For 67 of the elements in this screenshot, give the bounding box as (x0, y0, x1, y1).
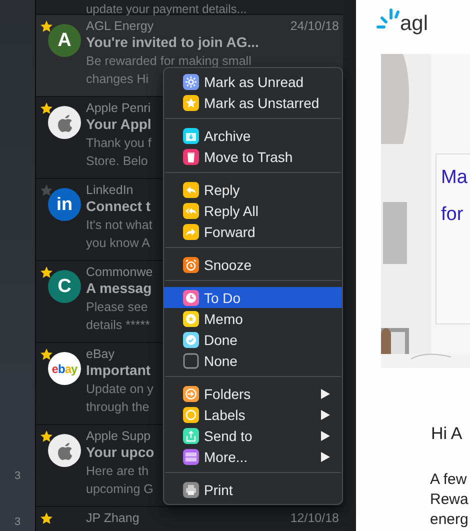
message-preview: upcoming G (86, 482, 154, 497)
menu-item[interactable]: Print (164, 479, 342, 500)
menu-item[interactable]: Send to (164, 425, 342, 446)
brand-logo-text: agl (400, 12, 428, 36)
menu-item[interactable]: Done (164, 329, 342, 350)
body-text: A few (430, 470, 468, 490)
menu-item[interactable]: Archive (164, 125, 342, 146)
menu-item[interactable]: Folders (164, 383, 342, 404)
letter-avatar: A (48, 24, 81, 57)
message-date: 24/10/18 (290, 18, 339, 34)
sender-name: eBay (86, 346, 114, 362)
message-preview: you know A (86, 236, 150, 251)
star-icon[interactable] (40, 348, 53, 361)
apple-avatar (48, 434, 81, 467)
message-preview: details ***** (86, 318, 150, 333)
message-preview: update your payment details... (86, 2, 247, 16)
message-preview: Thank you f (86, 136, 152, 151)
headline-text: for (441, 203, 464, 227)
sender-name: Commonwe (86, 264, 153, 280)
apple-avatar (48, 106, 81, 139)
message-subject: Your upco (86, 444, 154, 461)
greeting-text: Hi A (431, 424, 462, 443)
message-subject: Connect t (86, 198, 151, 215)
sender-name: LinkedIn (86, 182, 134, 198)
star-icon[interactable] (40, 102, 53, 115)
star-icon[interactable] (40, 512, 53, 525)
menu-item[interactable]: Reply All (164, 200, 342, 221)
message-preview: Here are th (86, 464, 149, 479)
unread-count: 3 (14, 469, 21, 483)
message-preview: Update on y (86, 382, 154, 397)
menu-item[interactable]: Mark as Unread (164, 71, 342, 92)
star-icon[interactable] (40, 430, 53, 443)
star-icon[interactable] (40, 266, 53, 279)
menu-item[interactable]: Reply (164, 179, 342, 200)
menu-item[interactable]: Labels (164, 404, 342, 425)
star-icon[interactable] (40, 20, 53, 33)
menu-item[interactable]: Forward (164, 221, 342, 242)
message-subject: Important (86, 362, 151, 379)
message-preview: Be rewarded for making small (86, 54, 252, 69)
message-subject: You're invited to join AG... (86, 34, 259, 51)
star-icon[interactable] (40, 184, 53, 197)
menu-item[interactable]: More... (164, 446, 342, 467)
unread-count: 3 (14, 515, 21, 529)
menu-item[interactable]: Memo (164, 308, 342, 329)
sender-name: JP Zhang (86, 510, 140, 526)
menu-item[interactable]: Snooze (164, 254, 342, 275)
message-preview: Please see (86, 300, 148, 315)
message-preview: It's not what (86, 218, 152, 233)
headline-text: Ma (441, 166, 468, 190)
message-preview: Store. Belo (86, 154, 148, 169)
message-subject: Your Appl (86, 116, 152, 133)
menu-item[interactable]: To Do (164, 287, 342, 308)
message-subject: A messag (86, 280, 152, 297)
ebay-avatar: ebay (48, 352, 81, 385)
body-text: Rewa (430, 490, 470, 510)
empty-square-icon (183, 352, 199, 368)
sender-name: Apple Penri (86, 100, 151, 116)
menu-item[interactable]: Move to Trash (164, 146, 342, 167)
linkedin-avatar: in (48, 188, 81, 221)
letter-avatar: C (48, 270, 81, 303)
message-date: 12/10/18 (290, 510, 339, 526)
sender-name: Apple Supp (86, 428, 151, 444)
message-preview: through the (86, 400, 150, 415)
message-preview: changes Hi (86, 72, 149, 87)
menu-item[interactable]: None (164, 350, 342, 371)
body-text: energ (430, 510, 470, 530)
sender-name: AGL Energy (86, 18, 154, 34)
